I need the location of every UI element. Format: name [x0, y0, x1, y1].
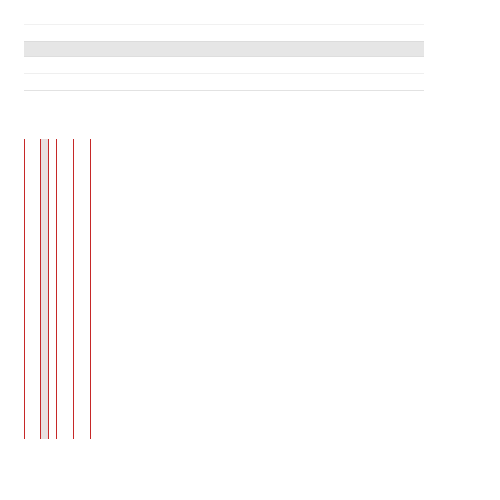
vertical-band-shade — [41, 139, 48, 439]
middle-divider-line — [24, 73, 424, 74]
gray-band — [24, 41, 424, 57]
vertical-lines-group — [24, 139, 94, 439]
vertical-line-3 — [48, 139, 49, 439]
top-divider-line — [24, 24, 424, 25]
vertical-line-5 — [73, 139, 74, 439]
vertical-line-1 — [24, 139, 25, 439]
vertical-line-4 — [56, 139, 57, 439]
vertical-line-6 — [90, 139, 91, 439]
lower-divider-line — [24, 90, 424, 91]
